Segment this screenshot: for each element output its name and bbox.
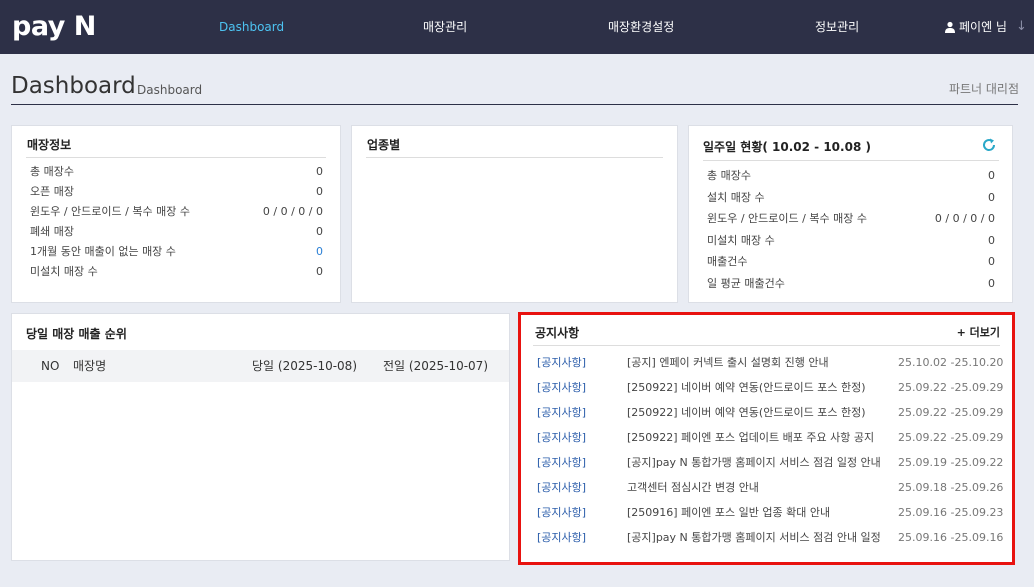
notice-date-range: 25.09.19 -25.09.22 <box>898 456 1004 469</box>
notice-item-title[interactable]: [공지]pay N 통합가맹 홈페이지 서비스 점검 일정 안내 <box>627 455 891 471</box>
store-info-title: 매장정보 <box>27 138 72 152</box>
stat-label: 윈도우 / 안드로이드 / 복수 매장 수 <box>30 205 190 218</box>
notice-date-range: 25.09.22 -25.09.29 <box>898 431 1004 444</box>
ranking-title: 당일 매장 매출 순위 <box>26 327 127 341</box>
notice-category: [공지사항] <box>537 481 587 494</box>
nav-store-management[interactable]: 매장관리 <box>423 19 467 35</box>
user-menu[interactable]: 페이엔 님 ↓ <box>944 19 1027 35</box>
notice-item-title[interactable]: [공지] 엔페이 커넥트 출시 설명회 진행 안내 <box>627 355 891 371</box>
stat-value: 0 <box>988 255 995 268</box>
stat-label: 일 평균 매출건수 <box>707 277 785 290</box>
stat-value: 0 / 0 / 0 / 0 <box>262 205 323 218</box>
card-divider <box>533 345 1000 346</box>
notice-date-range: 25.09.18 -25.09.26 <box>898 481 1004 494</box>
nav-store-settings[interactable]: 매장환경설정 <box>608 19 674 35</box>
notice-item[interactable]: [공지사항] [250922] 네이버 예약 연동(안드로이드 포스 한정) 2… <box>521 405 1012 430</box>
card-divider <box>703 160 999 161</box>
col-yesterday: 전일 (2025-10-07) <box>383 359 488 373</box>
breadcrumb: Dashboard <box>137 83 203 97</box>
stat-label: 총 매장수 <box>30 165 74 178</box>
notice-item[interactable]: [공지사항] [250922] 페이엔 포스 업데이트 배포 주요 사항 공지 … <box>521 430 1012 455</box>
col-no: NO <box>41 359 60 373</box>
notice-category: [공지사항] <box>537 356 587 369</box>
stat-label: 윈도우 / 안드로이드 / 복수 매장 수 <box>707 212 867 225</box>
stat-label: 폐쇄 매장 <box>30 225 74 238</box>
col-store-name: 매장명 <box>73 359 107 373</box>
stat-value: 0 <box>316 225 323 238</box>
notice-item[interactable]: [공지사항] [250922] 네이버 예약 연동(안드로이드 포스 한정) 2… <box>521 380 1012 405</box>
industry-card: 업종별 <box>351 125 678 303</box>
notice-card: 공지사항 + 더보기 [공지사항] [공지] 엔페이 커넥트 출시 설명회 진행… <box>518 312 1015 565</box>
more-notices-link[interactable]: + 더보기 <box>957 325 1000 341</box>
notice-item[interactable]: [공지사항] [공지]pay N 통합가맹 홈페이지 서비스 점검 일정 안내 … <box>521 455 1012 480</box>
notice-item[interactable]: [공지사항] [공지] 엔페이 커넥트 출시 설명회 진행 안내 25.10.0… <box>521 355 1012 380</box>
stat-label: 매출건수 <box>707 255 748 268</box>
title-divider <box>11 104 1018 105</box>
store-info-card: 매장정보 총 매장수 0 오픈 매장 0 윈도우 / 안드로이드 / 복수 매장… <box>11 125 341 303</box>
notice-date-range: 25.09.22 -25.09.29 <box>898 381 1004 394</box>
page-title: Dashboard <box>11 73 136 99</box>
notice-title: 공지사항 <box>535 326 580 340</box>
notice-category: [공지사항] <box>537 456 587 469</box>
stat-label: 1개월 동안 매출이 없는 매장 수 <box>30 245 176 258</box>
notice-item[interactable]: [공지사항] [공지]pay N 통합가맹 홈페이지 서비스 점검 안내 일정 … <box>521 530 1012 555</box>
col-today: 당일 (2025-10-08) <box>252 359 357 373</box>
stat-value: 0 <box>316 185 323 198</box>
weekly-status-card: 일주일 현황( 10.02 - 10.08 ) 총 매장수 0 설치 매장 수 … <box>688 125 1013 303</box>
card-divider <box>26 157 326 158</box>
nav-dashboard[interactable]: Dashboard <box>219 19 284 35</box>
partner-agency-link[interactable]: 파트너 대리점 <box>949 81 1019 97</box>
notice-item-title[interactable]: [250922] 네이버 예약 연동(안드로이드 포스 한정) <box>627 405 891 421</box>
stat-value: 0 <box>316 265 323 278</box>
notice-category: [공지사항] <box>537 506 587 519</box>
stat-label: 설치 매장 수 <box>707 191 765 204</box>
notice-date-range: 25.09.16 -25.09.23 <box>898 506 1004 519</box>
stat-value: 0 <box>988 277 995 290</box>
notice-category: [공지사항] <box>537 381 587 394</box>
notice-date-range: 25.10.02 -25.10.20 <box>898 356 1004 369</box>
notice-item-title[interactable]: 고객센터 점심시간 변경 안내 <box>627 480 891 496</box>
notice-item[interactable]: [공지사항] [250916] 페이엔 포스 일반 업종 확대 안내 25.09… <box>521 505 1012 530</box>
stat-label: 총 매장수 <box>707 169 751 182</box>
user-name: 페이엔 님 <box>959 20 1007 34</box>
notice-item-title[interactable]: [공지]pay N 통합가맹 홈페이지 서비스 점검 안내 일정 <box>627 530 891 546</box>
notice-category: [공지사항] <box>537 531 587 544</box>
notice-date-range: 25.09.16 -25.09.16 <box>898 531 1004 544</box>
notice-category: [공지사항] <box>537 406 587 419</box>
notice-item-title[interactable]: [250916] 페이엔 포스 일반 업종 확대 안내 <box>627 505 891 521</box>
notice-item[interactable]: [공지사항] 고객센터 점심시간 변경 안내 25.09.18 -25.09.2… <box>521 480 1012 505</box>
industry-title: 업종별 <box>367 138 401 152</box>
stat-label: 미설치 매장 수 <box>30 265 98 278</box>
top-navigation-bar: pay N Dashboard 매장관리 매장환경설정 정보관리 페이엔 님 ↓ <box>0 0 1034 54</box>
notice-item-title[interactable]: [250922] 네이버 예약 연동(안드로이드 포스 한정) <box>627 380 891 396</box>
card-divider <box>366 157 663 158</box>
notice-date-range: 25.09.22 -25.09.29 <box>898 406 1004 419</box>
nav-info-management[interactable]: 정보관리 <box>815 19 859 35</box>
logout-icon[interactable]: ↓ <box>1016 19 1027 35</box>
stat-label: 오픈 매장 <box>30 185 74 198</box>
stat-value: 0 <box>988 191 995 204</box>
stat-label: 미설치 매장 수 <box>707 234 775 247</box>
no-sales-store-count-link[interactable]: 0 <box>316 245 323 259</box>
stat-value: 0 <box>988 234 995 247</box>
payn-logo[interactable]: pay N <box>12 12 96 42</box>
stat-value: 0 / 0 / 0 / 0 <box>934 212 995 225</box>
stat-value: 0 <box>988 169 995 182</box>
notice-category: [공지사항] <box>537 431 587 444</box>
weekly-title: 일주일 현황( 10.02 - 10.08 ) <box>703 140 871 154</box>
daily-sales-ranking-card: 당일 매장 매출 순위 NO 매장명 당일 (2025-10-08) 전일 (2… <box>11 313 510 561</box>
user-icon <box>945 21 955 33</box>
refresh-icon[interactable] <box>981 137 997 153</box>
notice-item-title[interactable]: [250922] 페이엔 포스 업데이트 배포 주요 사항 공지 <box>627 430 891 446</box>
stat-value: 0 <box>316 165 323 178</box>
